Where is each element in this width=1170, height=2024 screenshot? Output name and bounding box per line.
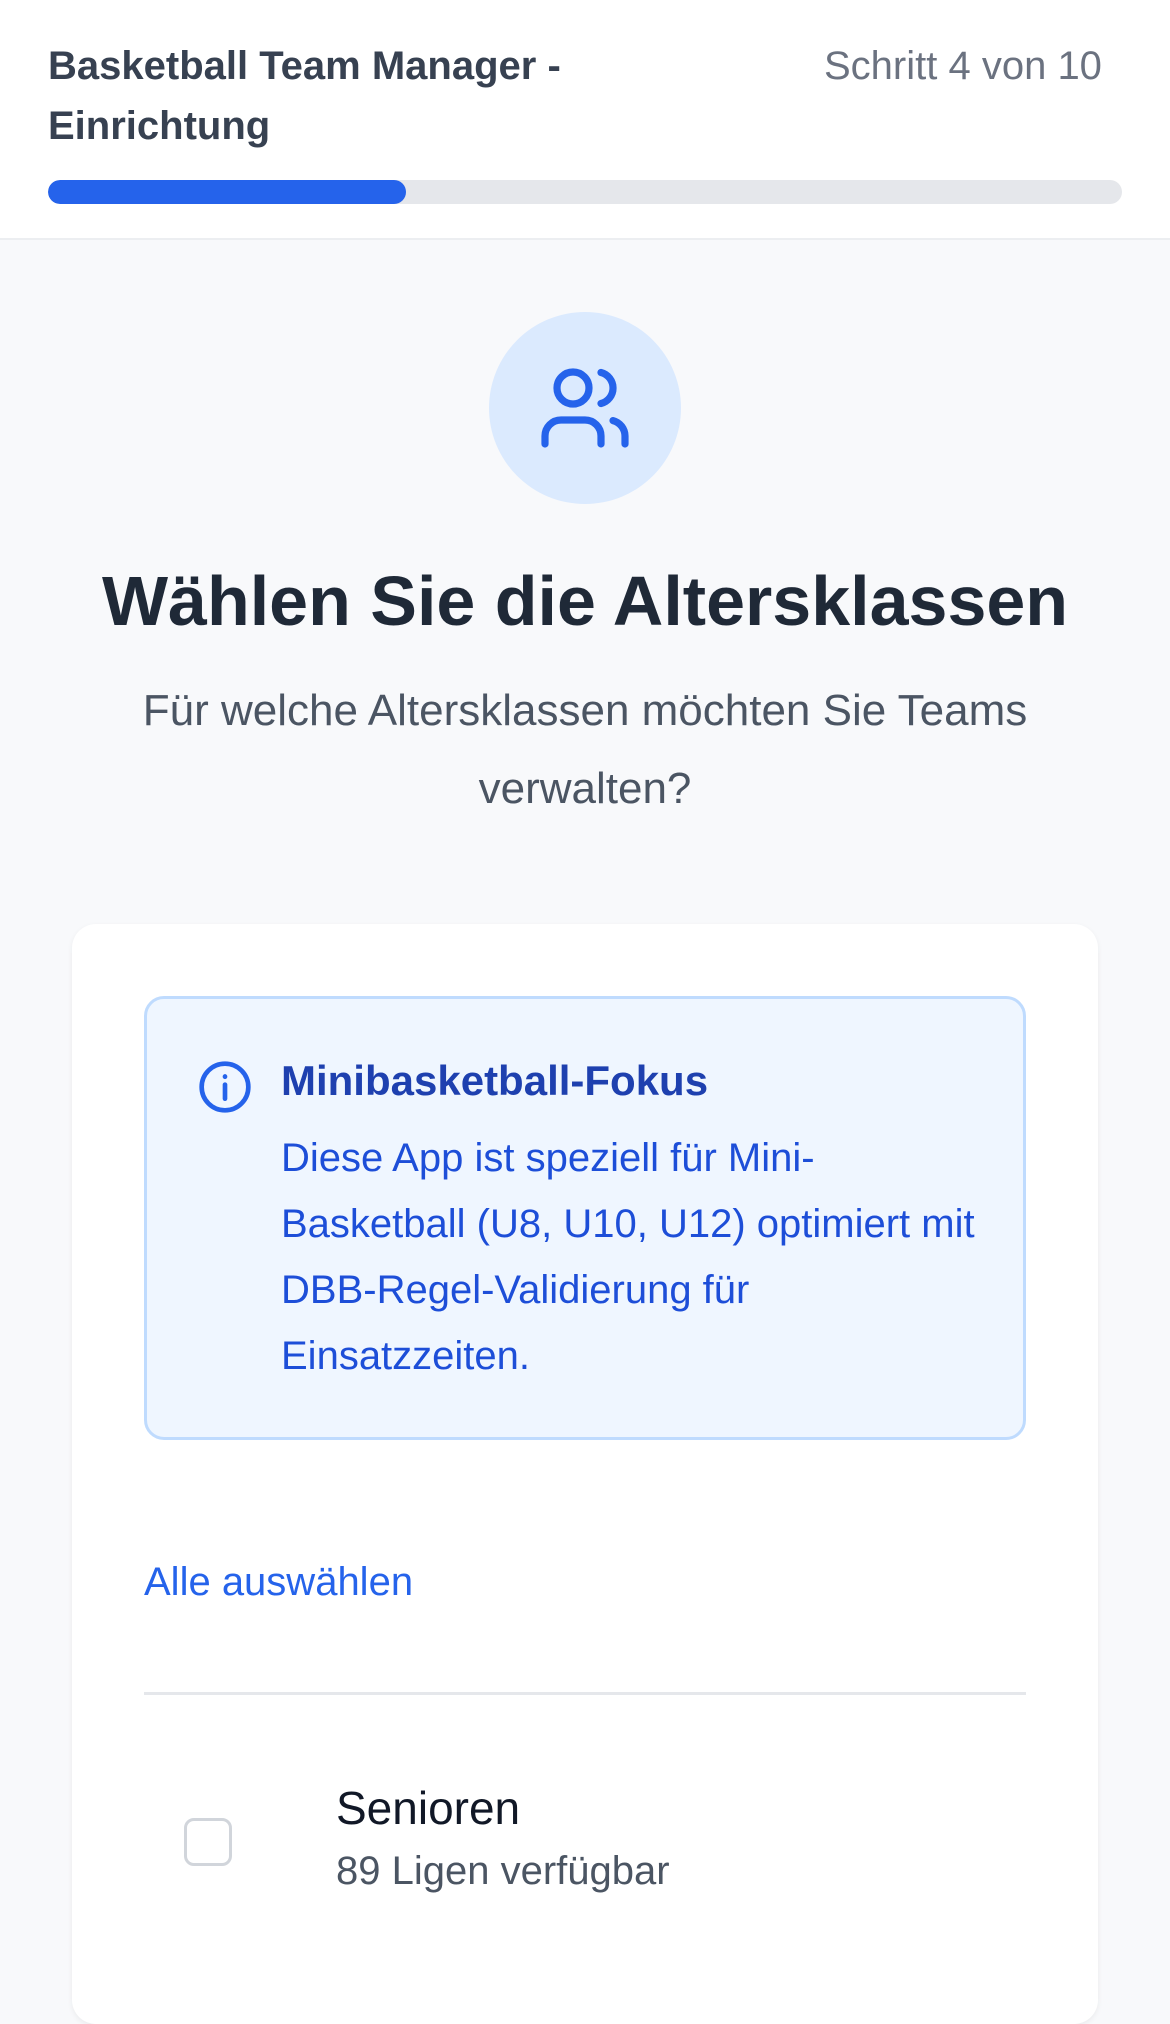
page-title: Wählen Sie die Altersklassen: [101, 562, 1069, 640]
age-class-card: Minibasketball-Fokus Diese App ist spezi…: [72, 924, 1098, 2024]
page-subtitle: Für welche Altersklassen möchten Sie Tea…: [142, 686, 1028, 813]
option-label: Senioren: [336, 1782, 521, 1834]
progress-bar-fill: [48, 180, 406, 204]
info-box: Minibasketball-Fokus Diese App ist spezi…: [144, 996, 1026, 1440]
age-class-option-senioren[interactable]: Senioren 89 Ligen verfügbar: [144, 1776, 1026, 1936]
app-title: Basketball Team Manager - Einrichtung: [48, 44, 561, 148]
divider: [144, 1692, 1026, 1695]
users-icon: [541, 368, 629, 448]
info-title: Minibasketball-Fokus: [281, 1057, 709, 1104]
step-indicator: Schritt 4 von 10: [824, 44, 1102, 88]
info-body: Diese App ist speziell für Mini-Basketba…: [281, 1136, 975, 1378]
option-league-count: 89 Ligen verfügbar: [336, 1849, 670, 1893]
info-icon: [199, 1061, 251, 1113]
progress-bar: [48, 180, 1122, 204]
checkbox[interactable]: [184, 1818, 232, 1866]
select-all-link[interactable]: Alle auswählen: [144, 1554, 413, 1610]
hero-icon-circle: [489, 312, 681, 504]
header: Basketball Team Manager - Einrichtung Sc…: [0, 0, 1170, 240]
